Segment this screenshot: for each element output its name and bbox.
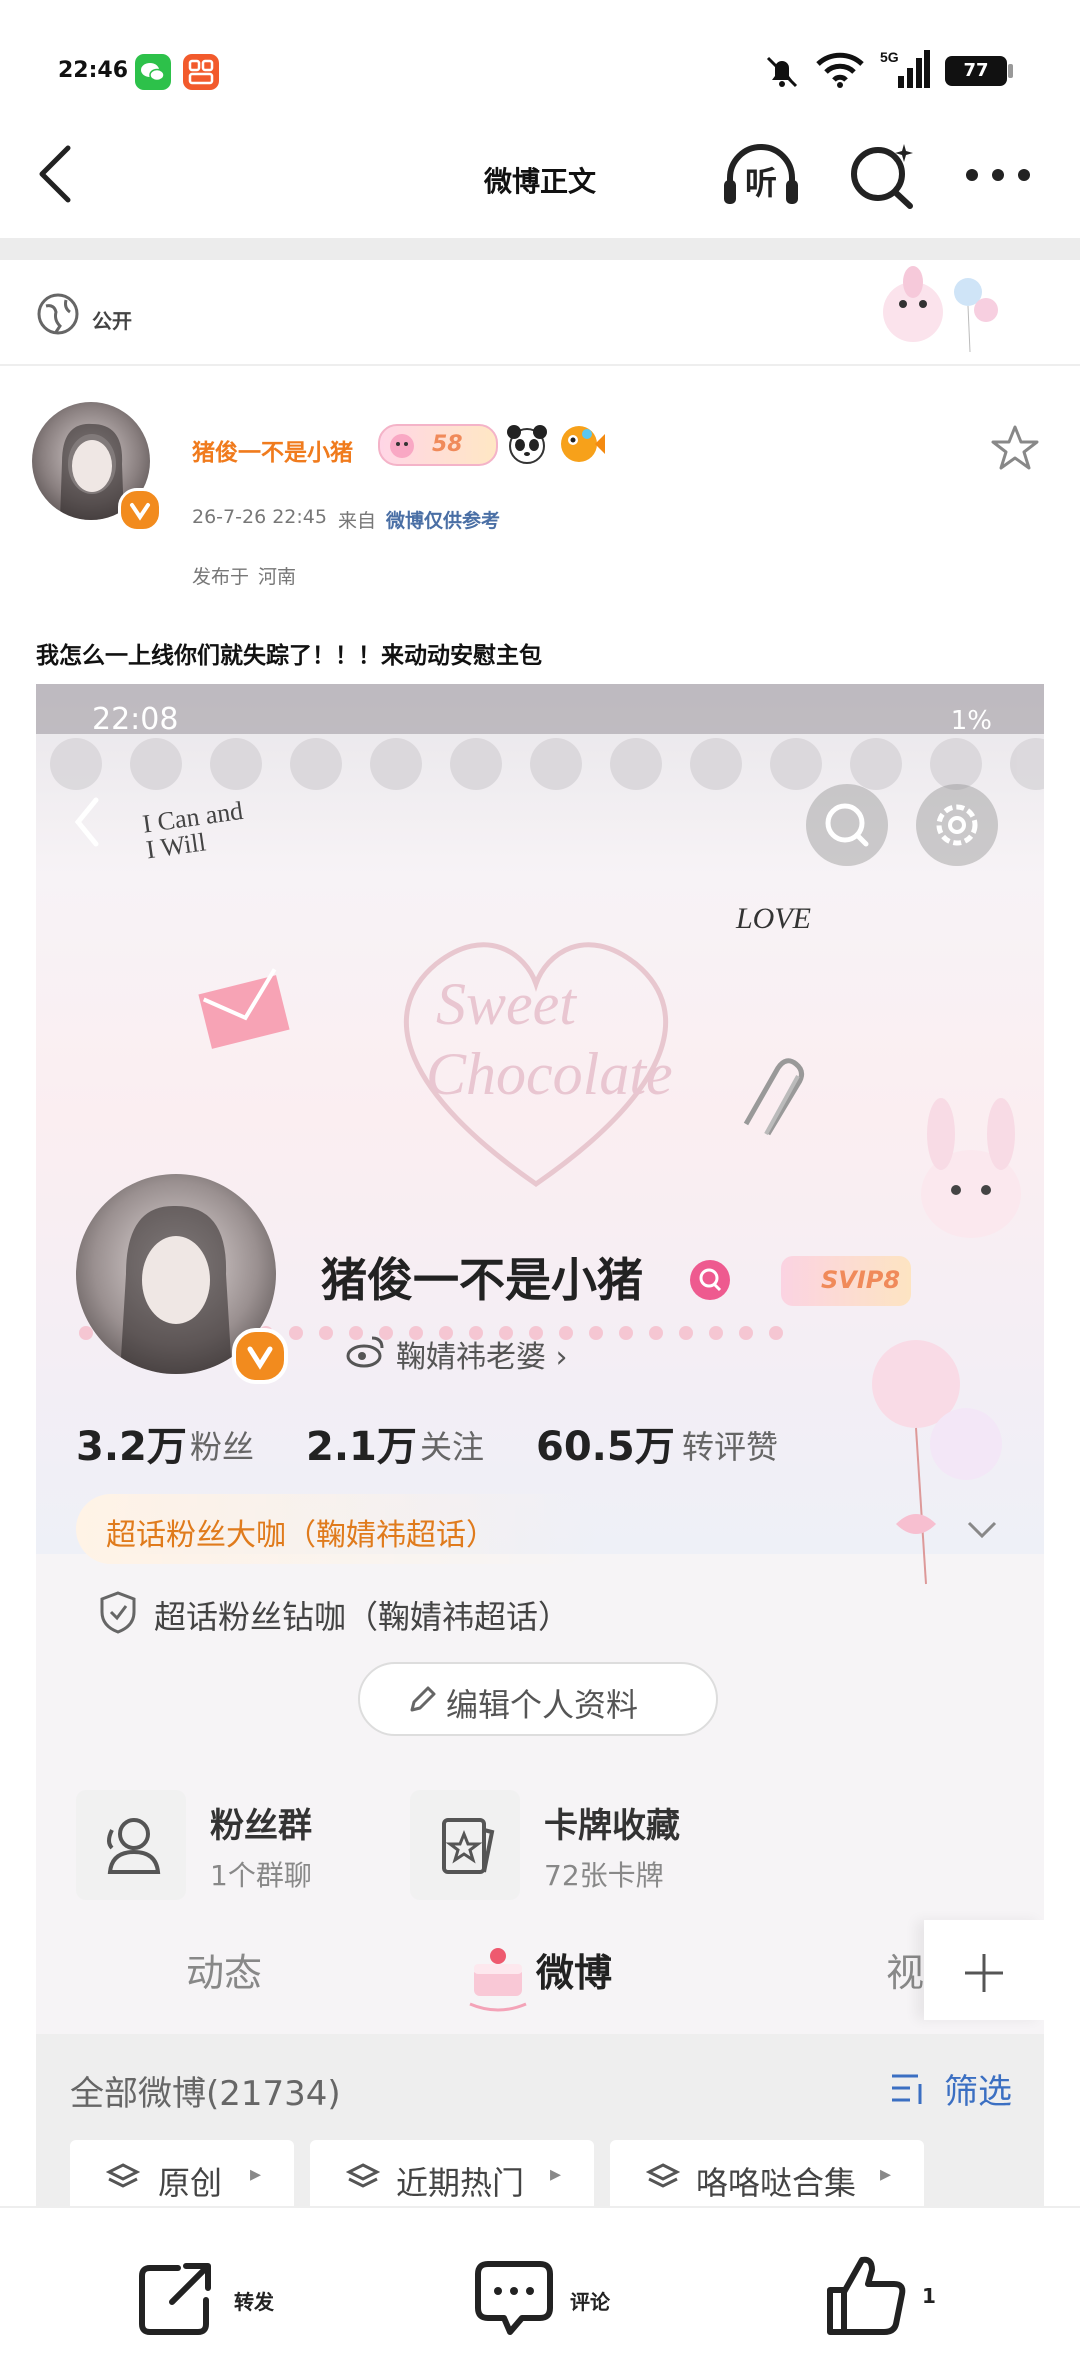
add-tab-button xyxy=(924,1920,1044,2020)
battery-tip xyxy=(1008,64,1013,78)
filter-label: 筛选 xyxy=(944,2072,1012,2112)
repost-button[interactable]: 转发 xyxy=(138,2258,338,2338)
app-notification-icon xyxy=(183,54,219,90)
chip-collection: 咯咯哒合集 ▸ xyxy=(610,2140,924,2214)
battery-level: 77 xyxy=(963,60,989,81)
decor-paperclip xyxy=(726,1054,826,1144)
level-badge: 58 xyxy=(378,424,498,466)
card-collection-title: 卡牌收藏 xyxy=(544,1806,680,1846)
listen-button[interactable]: 听 xyxy=(720,140,802,210)
listen-label: 听 xyxy=(745,164,778,202)
wechat-icon xyxy=(135,54,171,90)
filter-icon xyxy=(888,2068,928,2108)
source-link[interactable]: 微博仅供参考 xyxy=(386,506,500,533)
filter-total: 全部微博(21734) xyxy=(70,2074,341,2114)
source-prefix: 来自 xyxy=(338,510,377,532)
decor-sticker xyxy=(868,262,1008,362)
repost-label: 转发 xyxy=(234,2290,274,2314)
shot-status-battery: 1% xyxy=(950,706,992,736)
chip-arrow-icon: ▸ xyxy=(880,2162,892,2187)
visibility-label: 公开 xyxy=(92,309,132,333)
panda-icon xyxy=(505,422,549,466)
chip-arrow-icon: ▸ xyxy=(550,2162,562,2187)
card-collection-subtitle: 72张卡牌 xyxy=(544,1859,664,1892)
stat-follow-value: 2.1万 xyxy=(306,1424,417,1470)
section-separator xyxy=(0,238,1080,260)
decor-bunny xyxy=(896,1094,1044,1254)
tab-weibo: 微博 xyxy=(536,1951,613,1995)
chip-trending: 近期热门 ▸ xyxy=(310,2140,594,2214)
shot-search-icon xyxy=(806,784,888,866)
fan-group-icon xyxy=(76,1790,186,1900)
shot-back-icon xyxy=(72,794,102,850)
chip-arrow-icon: ▸ xyxy=(250,2162,262,2187)
shot-weibo-link: 鞠婧祎老婆 › xyxy=(396,1340,568,1375)
post-text: 我怎么一上线你们就失踪了！！！来动动安慰主包 xyxy=(36,643,542,669)
location-prefix: 发布于 xyxy=(192,566,250,588)
weibo-logo-icon xyxy=(346,1334,386,1368)
chip-trending-label: 近期热门 xyxy=(396,2164,525,2202)
author-name[interactable]: 猪俊一不是小猪 xyxy=(192,433,353,467)
svg-text:Chocolate: Chocolate xyxy=(426,1041,673,1107)
shield-icon xyxy=(98,1590,138,1634)
svg-text:Sweet: Sweet xyxy=(436,971,577,1037)
svip-badge-text: SVIP8 xyxy=(821,1266,901,1294)
card-fan-group-title: 粉丝群 xyxy=(210,1806,312,1846)
shot-search-badge-icon xyxy=(690,1260,730,1300)
cake-icon xyxy=(466,1934,530,2014)
decor-chocolate-heart: Sweet Chocolate xyxy=(366,884,706,1204)
decor-text-love: LOVE xyxy=(736,902,811,935)
card-collection-icon xyxy=(410,1790,520,1900)
globe-icon xyxy=(36,292,80,336)
battery-icon: 77 xyxy=(945,56,1007,86)
badge-secondary: 超话粉丝钻咖（鞠婧祎超话） xyxy=(154,1598,571,1636)
more-options-icon[interactable] xyxy=(965,168,1031,182)
comment-label: 评论 xyxy=(570,2290,610,2314)
shot-status-time: 22:08 xyxy=(92,702,179,737)
tab-dynamics: 动态 xyxy=(186,1951,263,1995)
edit-profile-label: 编辑个人资料 xyxy=(446,1686,639,1724)
post-date: 26-7-26 22:45 xyxy=(192,506,327,528)
stat-interactions-label: 转评赞 xyxy=(682,1428,779,1466)
svg-text:5G: 5G xyxy=(880,49,899,65)
decor-envelope xyxy=(186,954,306,1064)
comment-button[interactable]: 评论 xyxy=(474,2258,674,2338)
shot-settings-icon xyxy=(916,784,998,866)
chevron-down-icon xyxy=(966,1520,998,1540)
shot-status-bg xyxy=(36,684,1044,734)
tab-video: 视 xyxy=(886,1951,925,1995)
level-badge-value: 58 xyxy=(432,432,463,457)
svip-badge: SVIP8 xyxy=(781,1256,911,1306)
wifi-icon xyxy=(814,50,866,90)
like-count: 1 xyxy=(922,2284,936,2308)
post-image[interactable]: 22:08 1% I Can and I Will LOVE Sweet Choc… xyxy=(36,684,1044,2214)
cellular-signal-icon: 5G xyxy=(880,48,930,90)
divider xyxy=(0,364,1080,366)
pencil-icon xyxy=(406,1684,438,1716)
chip-original-label: 原创 xyxy=(158,2164,223,2202)
lace-decor xyxy=(36,724,1044,794)
card-fan-group-subtitle: 1个群聊 xyxy=(210,1859,312,1892)
decor-balloons xyxy=(856,1324,1016,1594)
page-title: 微博正文 xyxy=(483,165,596,198)
chip-original: 原创 ▸ xyxy=(70,2140,294,2214)
badge-primary: 超话粉丝大咖（鞠婧祎超话） xyxy=(106,1518,496,1553)
stat-follow-label: 关注 xyxy=(420,1428,485,1466)
stat-interactions-value: 60.5万 xyxy=(536,1424,675,1470)
stat-fans-label: 粉丝 xyxy=(190,1428,255,1466)
shot-verified-icon xyxy=(232,1328,288,1384)
chip-collection-label: 咯咯哒合集 xyxy=(696,2164,857,2202)
stat-fans-value: 3.2万 xyxy=(76,1424,187,1470)
verified-badge-icon xyxy=(118,488,162,532)
fish-icon xyxy=(557,420,605,466)
shot-profile-name: 猪俊一不是小猪 xyxy=(321,1253,643,1307)
favorite-star-icon[interactable] xyxy=(990,424,1040,472)
like-button[interactable]: 1 xyxy=(826,2252,946,2338)
mute-bell-icon xyxy=(762,52,802,92)
status-time: 22:46 xyxy=(58,58,129,83)
location: 河南 xyxy=(258,566,297,588)
search-icon[interactable] xyxy=(848,140,918,210)
